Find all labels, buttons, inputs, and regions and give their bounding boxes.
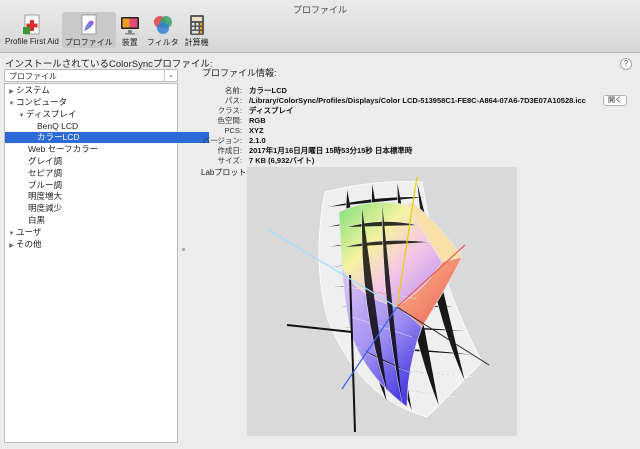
- tree-item-label: 明度増大: [28, 191, 63, 201]
- toolbar: Profile First Aid プロファイル 装置 フィルタ 計算機: [2, 12, 212, 50]
- installed-profiles-heading: インストールされているColorSyncプロファイル:: [5, 59, 213, 70]
- tree-item-label: セピア調: [28, 168, 63, 178]
- info-value: 2017年1月16日月曜日 15時53分15秒 日本標準時: [249, 146, 413, 155]
- colorsync-utility-window: プロファイル Profile First Aid プロファイル 装置 フィルタ …: [0, 0, 640, 449]
- display-device-icon: [119, 14, 141, 36]
- tree-item-computer[interactable]: ▼ コンピュータ: [5, 97, 179, 108]
- tree-item-web-safe[interactable]: Web セーフカラー: [5, 144, 200, 155]
- profile-filter-value: プロファイル: [9, 72, 57, 81]
- tree-item-label: 白黒: [28, 215, 46, 225]
- info-label: 色空間:: [217, 116, 242, 125]
- tree-item-label: ディスプレイ: [26, 109, 77, 119]
- profile-filter-popup[interactable]: プロファイル ⌄: [4, 69, 178, 82]
- title-bar: プロファイル Profile First Aid プロファイル 装置 フィルタ …: [0, 0, 640, 53]
- toolbar-label: プロファイル: [64, 38, 113, 47]
- info-label: 作成日:: [217, 146, 242, 155]
- profile-tree[interactable]: ▶ システム ▼ コンピュータ ▼ ディスプレイ BenQ LCD カラーLCD We…: [4, 83, 209, 443]
- tree-item-label: その他: [16, 239, 42, 249]
- chevron-down-icon: ⌄: [164, 70, 177, 81]
- calculator-icon: [186, 14, 208, 36]
- tree-item-blue-tone[interactable]: ブルー調: [5, 180, 200, 191]
- lab-gamut-graphic: [266, 176, 490, 433]
- help-button[interactable]: ?: [620, 58, 632, 70]
- info-label: PCS:: [224, 126, 242, 135]
- toolbar-calculator[interactable]: 計算機: [182, 12, 212, 48]
- tree-item-label: Web セーフカラー: [28, 144, 99, 154]
- toolbar-filters[interactable]: フィルタ: [144, 12, 182, 48]
- info-label: バージョン:: [202, 136, 242, 145]
- info-value: RGB: [249, 116, 266, 125]
- toolbar-profile-first-aid[interactable]: Profile First Aid: [2, 12, 62, 48]
- toolbar-profiles[interactable]: プロファイル: [61, 12, 116, 48]
- info-value: ディスプレイ: [249, 106, 294, 115]
- toolbar-label: Profile First Aid: [5, 37, 59, 46]
- lab-plot-label: Labプロット:: [201, 168, 249, 177]
- tree-item-lighter[interactable]: 明度増大: [5, 191, 200, 202]
- tree-item-label: コンピュータ: [16, 97, 68, 107]
- tree-item-other[interactable]: ▶ その他: [5, 239, 179, 250]
- toolbar-devices[interactable]: 装置: [116, 12, 144, 48]
- tree-item-label: 明度減少: [28, 203, 63, 213]
- toolbar-label: 計算機: [184, 38, 209, 47]
- tree-item-label: カラーLCD: [37, 132, 80, 142]
- info-label: クラス:: [217, 106, 242, 115]
- tree-item-system[interactable]: ▶ システム: [5, 85, 179, 96]
- toolbar-label: フィルタ: [146, 38, 179, 47]
- info-value: 2.1.0: [249, 136, 266, 145]
- tree-item-gray-tone[interactable]: グレイ調: [5, 156, 200, 167]
- info-label: 名前:: [224, 86, 242, 95]
- info-value: /Library/ColorSync/Profiles/Displays/Col…: [249, 96, 586, 105]
- tree-item-darker[interactable]: 明度減少: [5, 203, 200, 214]
- tree-item-color-lcd[interactable]: カラーLCD: [5, 132, 209, 143]
- profile-info-heading: プロファイル情報:: [202, 68, 277, 78]
- info-value: XYZ: [249, 126, 264, 135]
- open-button[interactable]: 開く: [603, 95, 627, 106]
- info-label: パス:: [224, 96, 242, 105]
- tree-item-label: ユーザ: [16, 227, 42, 237]
- toolbar-label: 装置: [121, 38, 138, 47]
- color-filter-icon: [152, 14, 174, 36]
- tree-item-displays[interactable]: ▼ ディスプレイ: [5, 109, 189, 120]
- tree-item-black-white[interactable]: 白黒: [5, 215, 200, 226]
- tree-item-label: ブルー調: [28, 180, 63, 190]
- info-label: サイズ:: [217, 156, 242, 165]
- tree-item-label: BenQ LCD: [37, 121, 79, 131]
- info-value: 7 KB (6,932バイト): [249, 156, 315, 165]
- lab-plot-view[interactable]: [247, 167, 517, 436]
- disclosure-collapsed-icon[interactable]: ▶: [7, 241, 16, 252]
- split-view-handle[interactable]: [182, 248, 185, 251]
- tree-item-benq-lcd[interactable]: BenQ LCD: [5, 121, 209, 132]
- profile-document-icon: [78, 14, 100, 36]
- tree-item-sepia-tone[interactable]: セピア調: [5, 168, 200, 179]
- tree-item-label: システム: [16, 85, 50, 95]
- profile-first-aid-icon: [21, 14, 43, 36]
- tree-item-user[interactable]: ▼ ユーザ: [5, 227, 179, 238]
- tree-item-label: グレイ調: [28, 156, 63, 166]
- info-value: カラーLCD: [249, 86, 287, 95]
